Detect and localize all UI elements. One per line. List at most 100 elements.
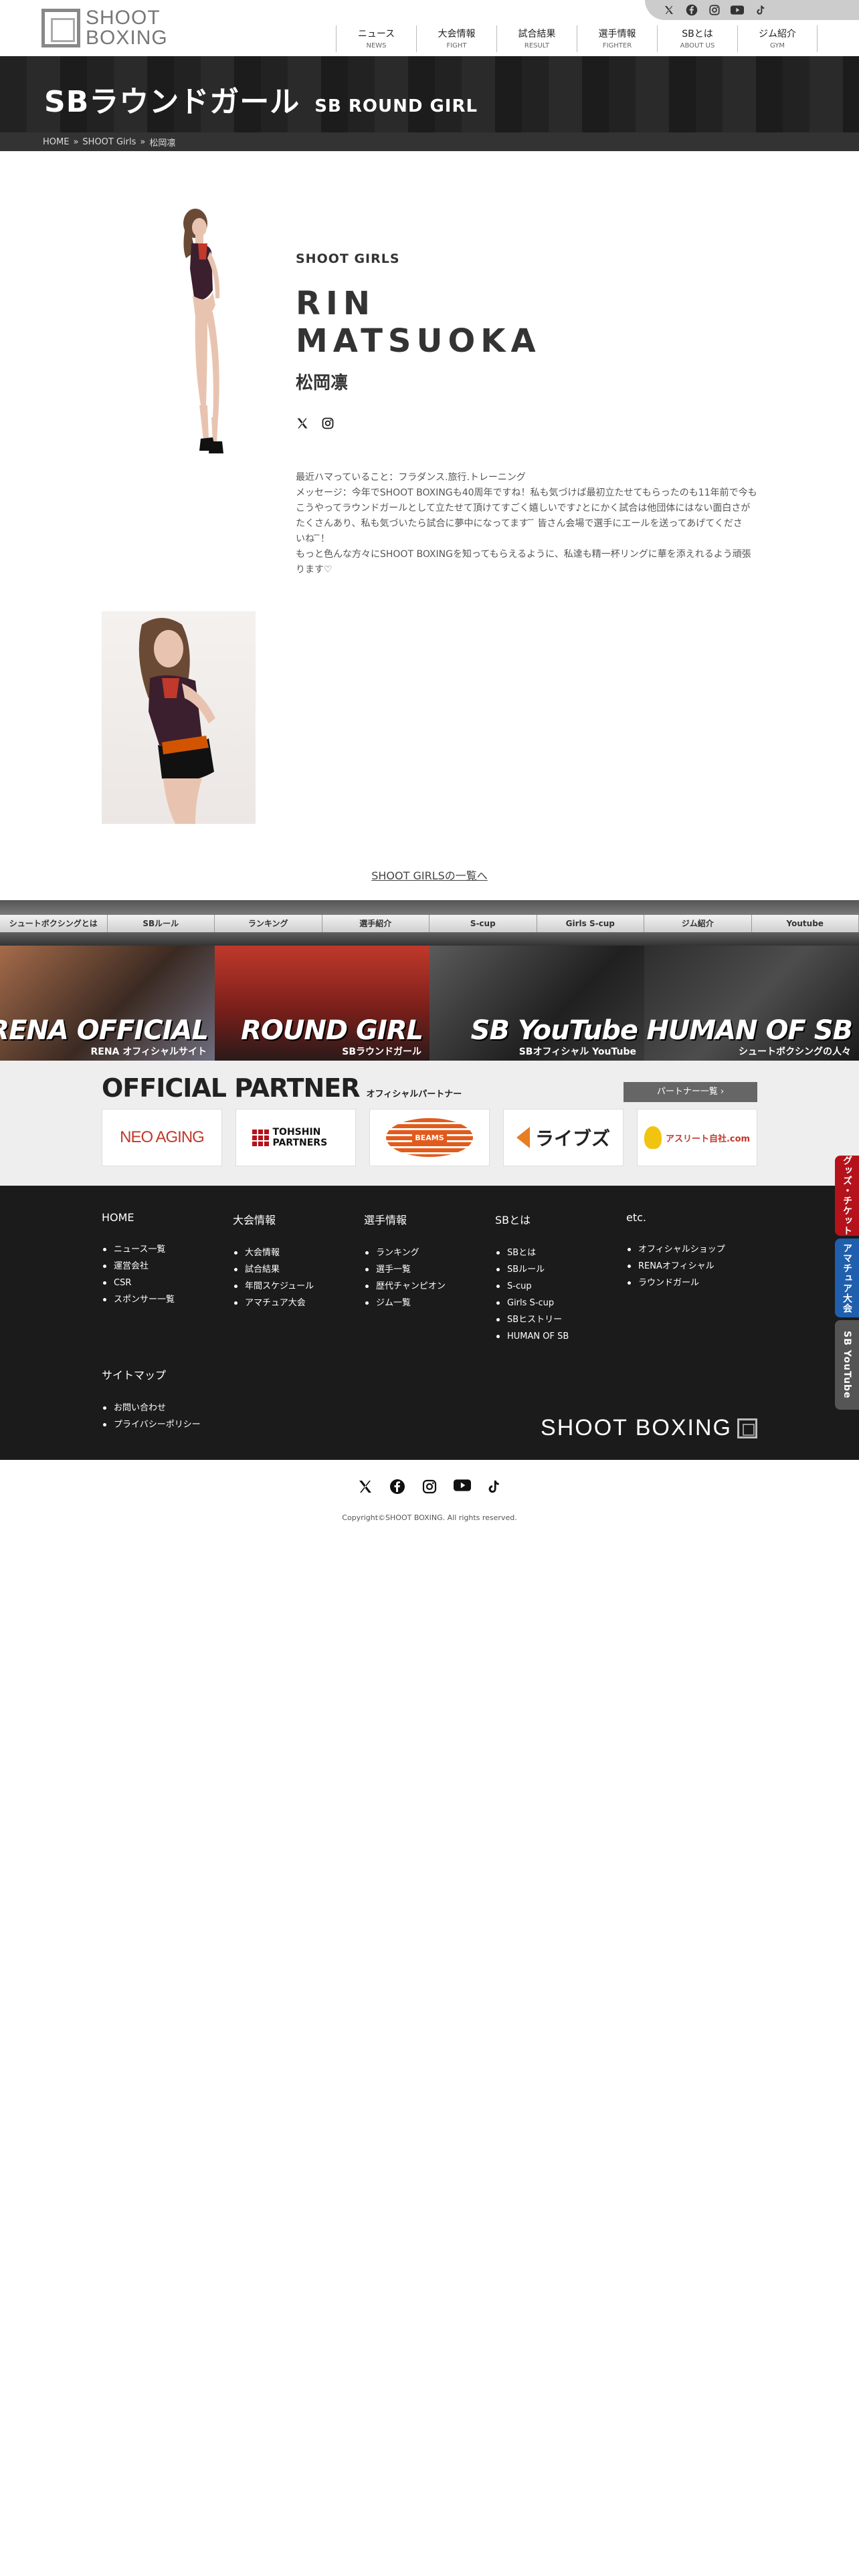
- footer-link[interactable]: 年間スケジュール: [233, 1278, 314, 1295]
- feature-banner: シュートボクシングとは SBルール ランキング 選手紹介 S-cup Girls…: [0, 900, 859, 1061]
- footer-link[interactable]: スポンサー一覧: [102, 1291, 175, 1308]
- footer-logo[interactable]: SHOOT BOXING: [541, 1415, 757, 1441]
- nav-fight[interactable]: 大会情報 FIGHT: [416, 25, 496, 52]
- footer-link[interactable]: 選手一覧: [364, 1261, 446, 1278]
- footer-link[interactable]: SBルール: [495, 1261, 569, 1278]
- category-sb-rules[interactable]: SBルール: [108, 915, 215, 932]
- category-fighters[interactable]: 選手紹介: [322, 915, 430, 932]
- page-title-en: SB ROUND GIRL: [314, 96, 478, 116]
- partner-tohshin[interactable]: TOHSHIN PARTNERS: [235, 1109, 356, 1166]
- category-girls-s-cup[interactable]: Girls S-cup: [537, 915, 644, 932]
- breadcrumb-home[interactable]: HOME: [43, 137, 69, 147]
- side-tab-amateur[interactable]: アマチュア大会: [835, 1239, 859, 1317]
- nav-result[interactable]: 試合結果 RESULT: [496, 25, 577, 52]
- footer-link[interactable]: Girls S-cup: [495, 1295, 569, 1311]
- category-nav: シュートボクシングとは SBルール ランキング 選手紹介 S-cup Girls…: [0, 900, 859, 946]
- site-header: SHOOT BOXING ニュース NEWS 大会情報 FIGHT 試合結果 RESU…: [0, 0, 859, 56]
- nav-news[interactable]: ニュース NEWS: [336, 25, 416, 52]
- youtube-icon[interactable]: [731, 3, 744, 17]
- footer-col-about: SBとは SBとは SBルール S-cup Girls S-cup SBヒストリ…: [495, 1211, 569, 1345]
- bottom-bar: Copyright©SHOOT BOXING. All rights reser…: [0, 1460, 859, 1535]
- banner-human-of-sb[interactable]: HUMAN OF SB シュートボクシングの人々: [644, 946, 859, 1061]
- category-s-cup[interactable]: S-cup: [430, 915, 537, 932]
- category-youtube[interactable]: Youtube: [752, 915, 859, 932]
- tohshin-mark-icon: [252, 1129, 269, 1146]
- breadcrumb-separator: »: [73, 136, 79, 147]
- footer-col-home: HOME ニュース一覧 運営会社 CSR スポンサー一覧: [102, 1211, 175, 1308]
- partner-neo-aging[interactable]: NEO AGING: [102, 1109, 222, 1166]
- tiktok-icon[interactable]: [486, 1479, 502, 1495]
- breadcrumb-separator: »: [140, 136, 146, 147]
- partner-list-button[interactable]: パートナー一覧 ›: [624, 1082, 757, 1102]
- youtube-icon[interactable]: [454, 1479, 471, 1495]
- global-nav: ニュース NEWS 大会情報 FIGHT 試合結果 RESULT 選手情報 FIGHTE…: [336, 25, 818, 52]
- banner-sb-youtube[interactable]: SB YouTube SBオフィシャル YouTube: [430, 946, 644, 1061]
- footer-link[interactable]: CSR: [102, 1275, 175, 1291]
- athlete-mascot-icon: [644, 1126, 662, 1149]
- profile-sns-links: [296, 417, 764, 431]
- page-title: SBラウンドガール SB ROUND GIRL: [44, 78, 478, 120]
- side-tab-goods-ticket[interactable]: グッズ・チケット: [835, 1156, 859, 1236]
- footer-link[interactable]: お問い合わせ: [102, 1400, 201, 1416]
- profile-section: SHOOT GIRLS RIN MATSUOKA 松岡凛 最近ハマっていること：…: [0, 151, 859, 900]
- page-hero: SBラウンドガール SB ROUND GIRL HOME » SHOOT Gir…: [0, 56, 859, 151]
- back-to-list-link[interactable]: SHOOT GIRLSの一覧へ: [0, 867, 859, 883]
- name-japanese: 松岡凛: [296, 373, 349, 393]
- instagram-icon[interactable]: [708, 3, 721, 17]
- footer-link[interactable]: 大会情報: [233, 1245, 314, 1261]
- footer-link[interactable]: HUMAN OF SB: [495, 1328, 569, 1345]
- footer-link[interactable]: ラウンドガール: [626, 1275, 725, 1291]
- profile-photo-gallery[interactable]: [102, 611, 256, 824]
- side-tab-sb-youtube[interactable]: SB YouTube: [835, 1320, 859, 1410]
- profile-bio: 最近ハマっていること：フラダンス.旅行.トレーニング メッセージ：今年でSHOO…: [296, 472, 757, 575]
- nav-fighter[interactable]: 選手情報 FIGHTER: [577, 25, 657, 52]
- partner-lives[interactable]: ライブズ: [503, 1109, 624, 1166]
- header-social-bar: [645, 0, 859, 20]
- footer-link[interactable]: 試合結果: [233, 1261, 314, 1278]
- footer-heading[interactable]: 大会情報: [233, 1211, 314, 1227]
- instagram-icon[interactable]: [421, 1479, 438, 1495]
- nav-gym[interactable]: ジム紹介 GYM: [737, 25, 818, 52]
- x-icon[interactable]: [662, 3, 676, 17]
- tiktok-icon[interactable]: [753, 3, 767, 17]
- category-about-sb[interactable]: シュートボクシングとは: [0, 915, 108, 932]
- x-icon[interactable]: [296, 417, 310, 431]
- footer-link[interactable]: ランキング: [364, 1245, 446, 1261]
- footer-heading[interactable]: etc.: [626, 1211, 725, 1224]
- footer-heading[interactable]: HOME: [102, 1211, 175, 1224]
- footer-link[interactable]: プライバシーポリシー: [102, 1416, 201, 1433]
- footer-link[interactable]: 運営会社: [102, 1258, 175, 1275]
- logo-mark-icon: [41, 9, 80, 47]
- site-logo[interactable]: SHOOT BOXING: [41, 8, 179, 48]
- facebook-icon[interactable]: [685, 3, 698, 17]
- logo-mark-icon: [737, 1418, 757, 1438]
- footer-link[interactable]: ジム一覧: [364, 1295, 446, 1311]
- footer-col-etc: etc. オフィシャルショップ RENAオフィシャル ラウンドガール: [626, 1211, 725, 1291]
- nav-about[interactable]: SBとは ABOUT US: [657, 25, 737, 52]
- instagram-icon[interactable]: [321, 417, 336, 431]
- footer-link[interactable]: S-cup: [495, 1278, 569, 1295]
- footer-link[interactable]: 歴代チャンピオン: [364, 1278, 446, 1295]
- footer-heading[interactable]: サイトマップ: [102, 1366, 201, 1382]
- footer-link[interactable]: オフィシャルショップ: [626, 1241, 725, 1258]
- footer-link[interactable]: SBヒストリー: [495, 1311, 569, 1328]
- footer-link[interactable]: RENAオフィシャル: [626, 1258, 725, 1275]
- footer-link[interactable]: ニュース一覧: [102, 1241, 175, 1258]
- banner-rena-official[interactable]: RENA OFFICIAL RENA オフィシャルサイト: [0, 946, 215, 1061]
- footer-heading[interactable]: 選手情報: [364, 1211, 446, 1227]
- lives-mark-icon: [516, 1127, 530, 1148]
- facebook-icon[interactable]: [389, 1479, 405, 1495]
- footer-col-fighter: 選手情報 ランキング 選手一覧 歴代チャンピオン ジム一覧: [364, 1211, 446, 1311]
- category-gyms[interactable]: ジム紹介: [644, 915, 752, 932]
- footer-link[interactable]: アマチュア大会: [233, 1295, 314, 1311]
- copyright: Copyright©SHOOT BOXING. All rights reser…: [342, 1513, 517, 1522]
- footer-heading[interactable]: SBとは: [495, 1211, 569, 1227]
- partner-beams[interactable]: BEAMS: [369, 1109, 490, 1166]
- breadcrumb-shoot-girls[interactable]: SHOOT Girls: [82, 137, 136, 147]
- banner-round-girl[interactable]: ROUND GIRL SBラウンドガール: [215, 946, 430, 1061]
- footer-link[interactable]: SBとは: [495, 1245, 569, 1261]
- x-icon[interactable]: [357, 1479, 373, 1495]
- category-ranking[interactable]: ランキング: [215, 915, 322, 932]
- name-english: RIN MATSUOKA: [296, 285, 541, 360]
- partner-athlete-jisha[interactable]: アスリート自社.com: [637, 1109, 757, 1166]
